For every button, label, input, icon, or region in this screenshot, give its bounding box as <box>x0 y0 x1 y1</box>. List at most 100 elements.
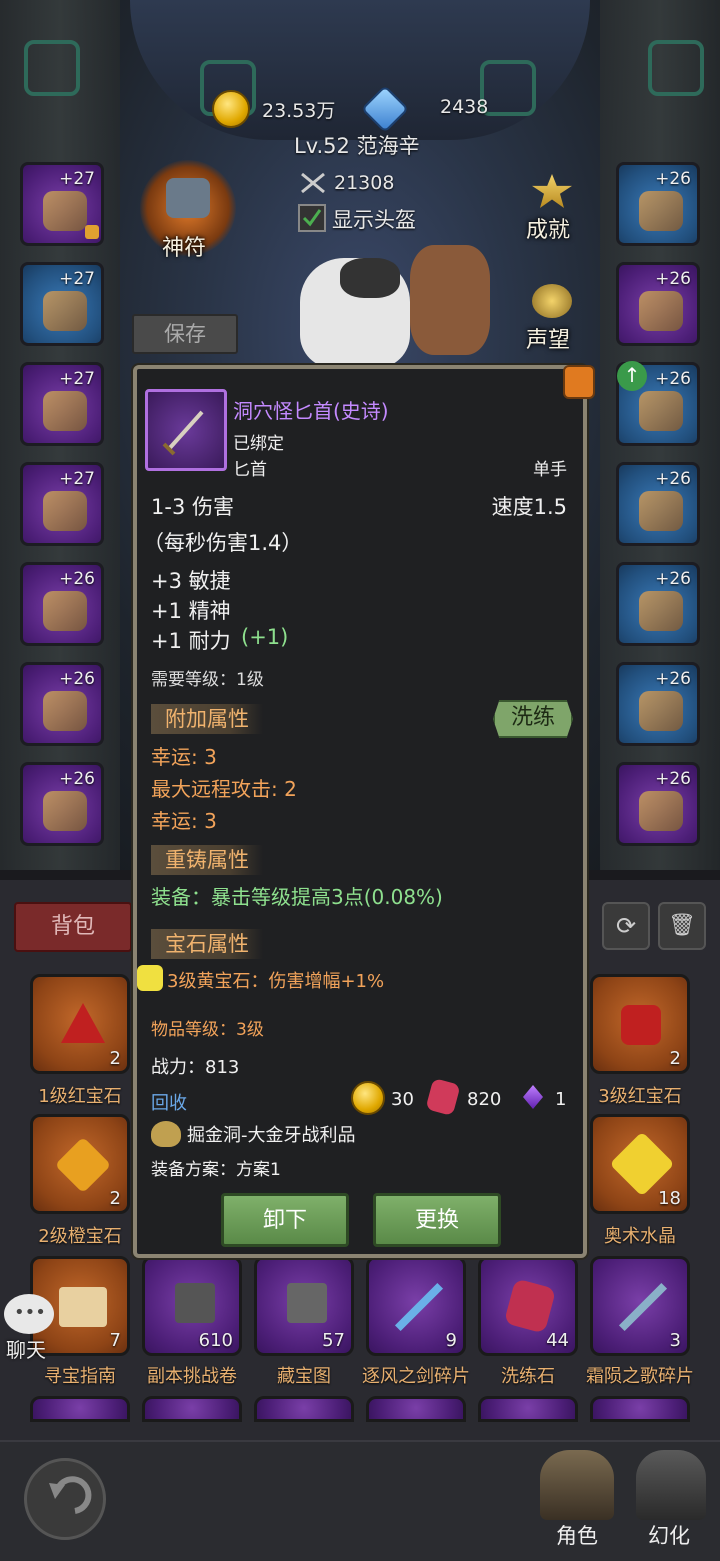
inventory-item[interactable]: 44 <box>478 1256 578 1356</box>
reroll-stone-icon <box>425 1077 461 1117</box>
trash-icon[interactable]: 🗑 <box>658 902 706 950</box>
equipment-slot-chest[interactable]: +27 <box>20 462 104 546</box>
swirl-ornament-icon <box>24 40 80 96</box>
inventory-item[interactable]: 57 <box>254 1256 354 1356</box>
reputation-button[interactable]: 声望 <box>522 282 582 353</box>
equip-plan: 装备方案：方案1 <box>151 1160 281 1180</box>
stat-bonus: (+1) <box>241 625 289 649</box>
bracer-icon <box>43 691 87 731</box>
skull-icon <box>639 191 683 231</box>
item-name: 3级红宝石 <box>598 1086 682 1107</box>
necklace-icon <box>43 291 87 331</box>
show-helmet-label: 显示头盔 <box>332 208 416 232</box>
legs-icon <box>639 291 683 331</box>
replace-button[interactable]: 更换 <box>373 1193 501 1247</box>
show-helmet-checkbox[interactable] <box>298 204 326 232</box>
inventory-item[interactable]: 3 <box>590 1256 690 1356</box>
equipment-slot-head[interactable]: +27 <box>20 162 104 246</box>
reforge-attrs-header: 重铸属性 <box>151 845 263 875</box>
character-avatar <box>300 258 410 368</box>
slot-level: +26 <box>655 169 691 189</box>
equipment-slot-legs[interactable]: +26 <box>616 262 700 346</box>
reforge-attr: 装备：暴击等级提高3点(0.08%) <box>151 885 443 909</box>
equipment-slot-belt[interactable]: +26 <box>20 562 104 646</box>
item-name: 霜陨之歌碎片 <box>586 1366 694 1387</box>
item-level: 物品等级：3级 <box>151 1020 264 1040</box>
relic-icon <box>639 791 683 831</box>
orange-gem-icon <box>54 1136 112 1194</box>
inventory-item[interactable] <box>478 1396 578 1422</box>
equipment-slot-gloves[interactable]: +26 <box>20 762 104 846</box>
slot-level: +26 <box>655 769 691 789</box>
inventory-item[interactable] <box>366 1396 466 1422</box>
inventory-item[interactable]: 18 <box>590 1114 690 1214</box>
tab-backpack[interactable]: 背包 <box>14 902 132 952</box>
back-button[interactable] <box>24 1458 106 1540</box>
equipment-slot-trinket[interactable]: +26 <box>616 162 700 246</box>
item-damage: 1-3 伤害 <box>151 495 234 519</box>
nav-illusion[interactable]: 幻化 <box>648 1520 690 1550</box>
refresh-icon[interactable]: ⟳ <box>602 902 650 950</box>
achievement-button[interactable]: 成就 <box>522 172 582 243</box>
recycle-gold: 30 <box>391 1089 414 1110</box>
gold-coin-icon <box>212 90 250 128</box>
item-name: 逐风之剑碎片 <box>362 1366 470 1387</box>
item-name: 奥术水晶 <box>604 1226 676 1247</box>
rune-button[interactable]: 神符 <box>140 160 236 261</box>
inventory-item[interactable] <box>254 1396 354 1422</box>
item-type: 匕首 <box>233 460 267 480</box>
slot-level: +26 <box>655 669 691 689</box>
equipment-slot-relic[interactable]: +26 <box>616 762 700 846</box>
chest-armor-icon <box>43 491 87 531</box>
frost-shard-icon <box>618 1282 668 1332</box>
slot-level: +26 <box>59 569 95 589</box>
item-count: 2 <box>669 1048 681 1069</box>
lock-icon[interactable] <box>563 365 595 399</box>
slot-level: +26 <box>59 669 95 689</box>
swirl-ornament-icon <box>480 60 536 116</box>
save-button[interactable]: 保存 <box>132 314 238 354</box>
red-gem-icon <box>61 1003 105 1043</box>
item-name: 洗练石 <box>501 1366 555 1387</box>
equipment-slot-ring1[interactable]: +26 <box>616 462 700 546</box>
arcane-crystal-icon <box>609 1131 675 1197</box>
crossed-swords-icon <box>300 172 326 194</box>
item-power: 战力：813 <box>151 1057 240 1078</box>
nav-character[interactable]: 角色 <box>556 1520 598 1550</box>
equipment-slot-amulet[interactable]: +26 <box>616 662 700 746</box>
inventory-item[interactable]: 610 <box>142 1256 242 1356</box>
recycle-label[interactable]: 回收 <box>151 1089 187 1115</box>
helmet-nav-icon <box>540 1450 614 1520</box>
inventory-item[interactable] <box>590 1396 690 1422</box>
inventory-item[interactable]: 2 <box>30 974 130 1074</box>
slot-level: +26 <box>655 569 691 589</box>
item-name: 洞穴怪匕首(史诗) <box>233 399 389 423</box>
reroll-stone-icon <box>503 1278 557 1334</box>
equipment-slot-bracer[interactable]: +26 <box>20 662 104 746</box>
reroll-button[interactable]: 洗练 <box>493 700 573 738</box>
inventory-item[interactable]: 9 <box>366 1256 466 1356</box>
unequip-button[interactable]: 卸下 <box>221 1193 349 1247</box>
inventory-item[interactable]: 2 <box>30 1114 130 1214</box>
recycle-crystal: 1 <box>555 1089 567 1110</box>
diamond-amount: 2438 <box>440 96 489 118</box>
horse-mount <box>410 245 490 355</box>
extra-attr: 幸运: 3 <box>151 809 217 833</box>
inventory-item[interactable] <box>30 1396 130 1422</box>
item-count: 2 <box>109 1048 121 1069</box>
slot-level: +27 <box>59 369 95 389</box>
equipment-slot-neck[interactable]: +27 <box>20 262 104 346</box>
extra-attr: 幸运: 3 <box>151 745 217 769</box>
chat-bubble-icon[interactable]: ••• <box>4 1294 54 1334</box>
inventory-item[interactable]: 2 <box>590 974 690 1074</box>
extra-attrs-header: 附加属性 <box>151 704 263 734</box>
gem-attrs-header: 宝石属性 <box>151 929 263 959</box>
item-speed: 速度1.5 <box>491 495 567 519</box>
equipment-slot-shoulder[interactable]: +27 <box>20 362 104 446</box>
chat-label: 聊天 <box>6 1338 46 1362</box>
equipment-slot-ring2[interactable]: +26 <box>616 562 700 646</box>
inventory-item[interactable] <box>142 1396 242 1422</box>
gem-attr: 3级黄宝石：伤害增幅+1% <box>167 971 385 992</box>
equipment-slot-boots[interactable]: +26 ↑ <box>616 361 700 446</box>
item-name: 藏宝图 <box>277 1366 331 1387</box>
